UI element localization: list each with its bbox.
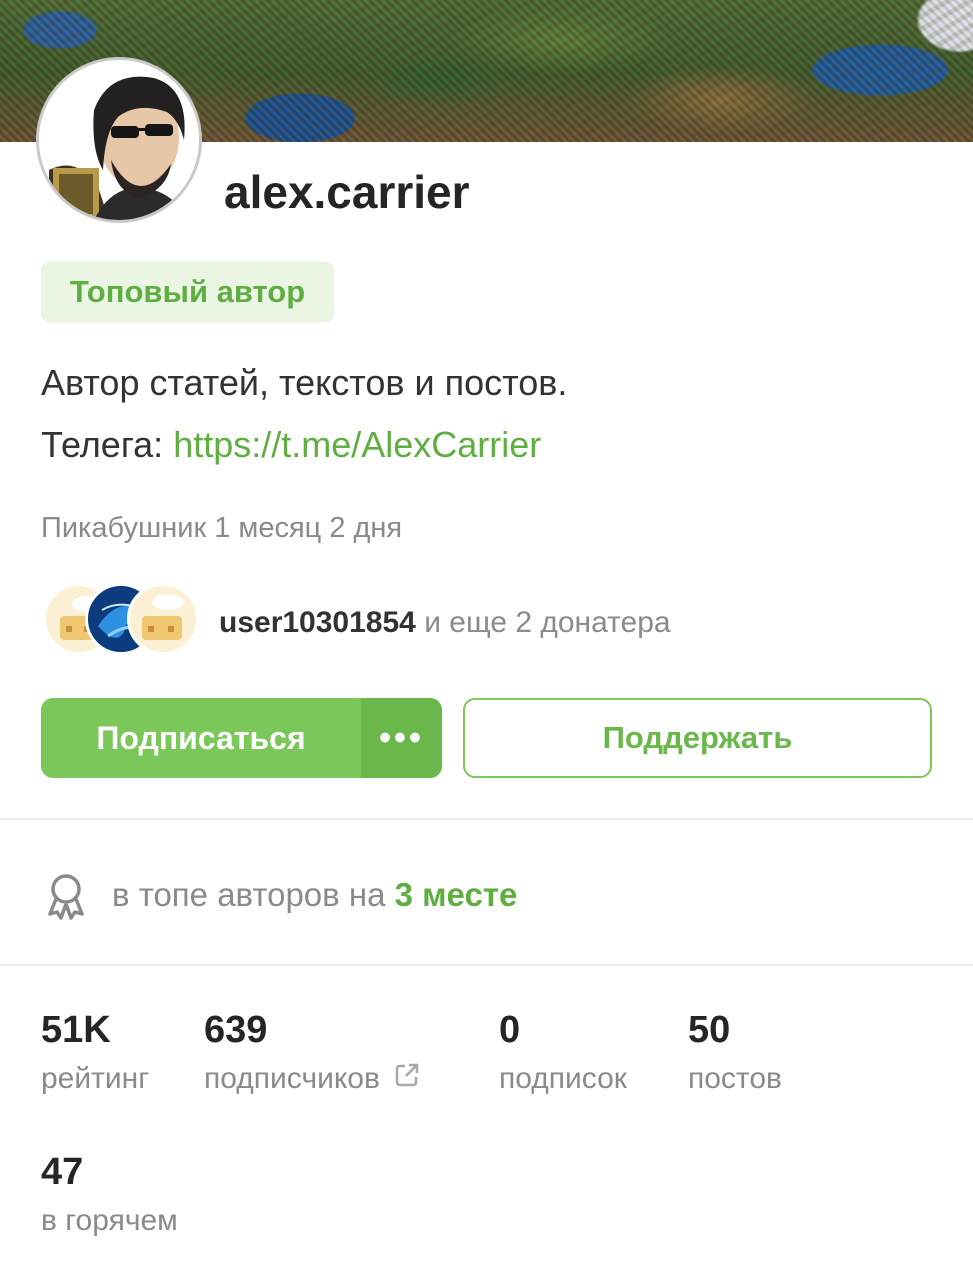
donor-username[interactable]: user10301854 [219, 606, 416, 639]
top-rank-prefix: в топе авторов на [112, 876, 395, 913]
stat-label: подписок [499, 1062, 627, 1095]
profile-bio: Автор статей, текстов и постов. [41, 362, 568, 403]
stat-label-row: подписчиков [204, 1062, 420, 1096]
avatar-portrait-icon [39, 60, 199, 220]
stat-value: 0 [499, 1009, 521, 1051]
bio-telegram-prefix: Телега: [41, 424, 174, 465]
stat-label: рейтинг [41, 1062, 150, 1095]
donors-row[interactable]: user10301854 и еще 2 донатера [41, 582, 921, 660]
stat-subscriptions: 0 подписок [499, 1010, 627, 1096]
top-authors-rank[interactable]: в топе авторов на 3 месте [44, 868, 924, 924]
donors-rest: и еще 2 донатера [415, 606, 671, 639]
profile-tenure: Пикабушник 1 месяц 2 дня [41, 512, 403, 544]
stat-value: 639 [204, 1009, 268, 1051]
stat-hot: 47 в горячем [41, 1152, 178, 1238]
more-options-button[interactable]: ••• [361, 698, 442, 778]
stat-label: подписчиков [204, 1062, 380, 1095]
subscribe-button[interactable]: Подписаться [41, 698, 361, 778]
profile-avatar[interactable] [36, 57, 202, 223]
top-rank-place: 3 месте [394, 876, 518, 913]
section-divider [0, 818, 973, 820]
stat-label: постов [688, 1062, 782, 1095]
section-divider [0, 964, 973, 966]
stat-value: 47 [41, 1151, 84, 1193]
stat-rating: 51K рейтинг [41, 1010, 149, 1096]
award-ribbon-icon [44, 872, 88, 925]
support-button[interactable]: Поддержать [463, 698, 932, 778]
subscribe-button-group: Подписаться ••• [41, 698, 442, 778]
stat-label: в горячем [41, 1204, 178, 1237]
donors-summary: user10301854 и еще 2 донатера [219, 606, 671, 640]
stat-posts: 50 постов [688, 1010, 782, 1096]
top-rank-text: в топе авторов на 3 месте [112, 876, 517, 914]
stat-value: 51K [41, 1009, 111, 1051]
profile-bio-telegram: Телега: https://t.me/AlexCarrier [41, 424, 541, 466]
stat-value: 50 [688, 1009, 731, 1051]
donor-avatar [127, 583, 199, 655]
top-author-badge: Топовый автор [41, 262, 334, 322]
telegram-link[interactable]: https://t.me/AlexCarrier [173, 424, 541, 465]
profile-username: alex.carrier [224, 166, 470, 218]
stat-subscribers[interactable]: 639 подписчиков [204, 1010, 420, 1096]
cake-icon [130, 586, 196, 652]
external-link-icon[interactable] [394, 1062, 420, 1096]
